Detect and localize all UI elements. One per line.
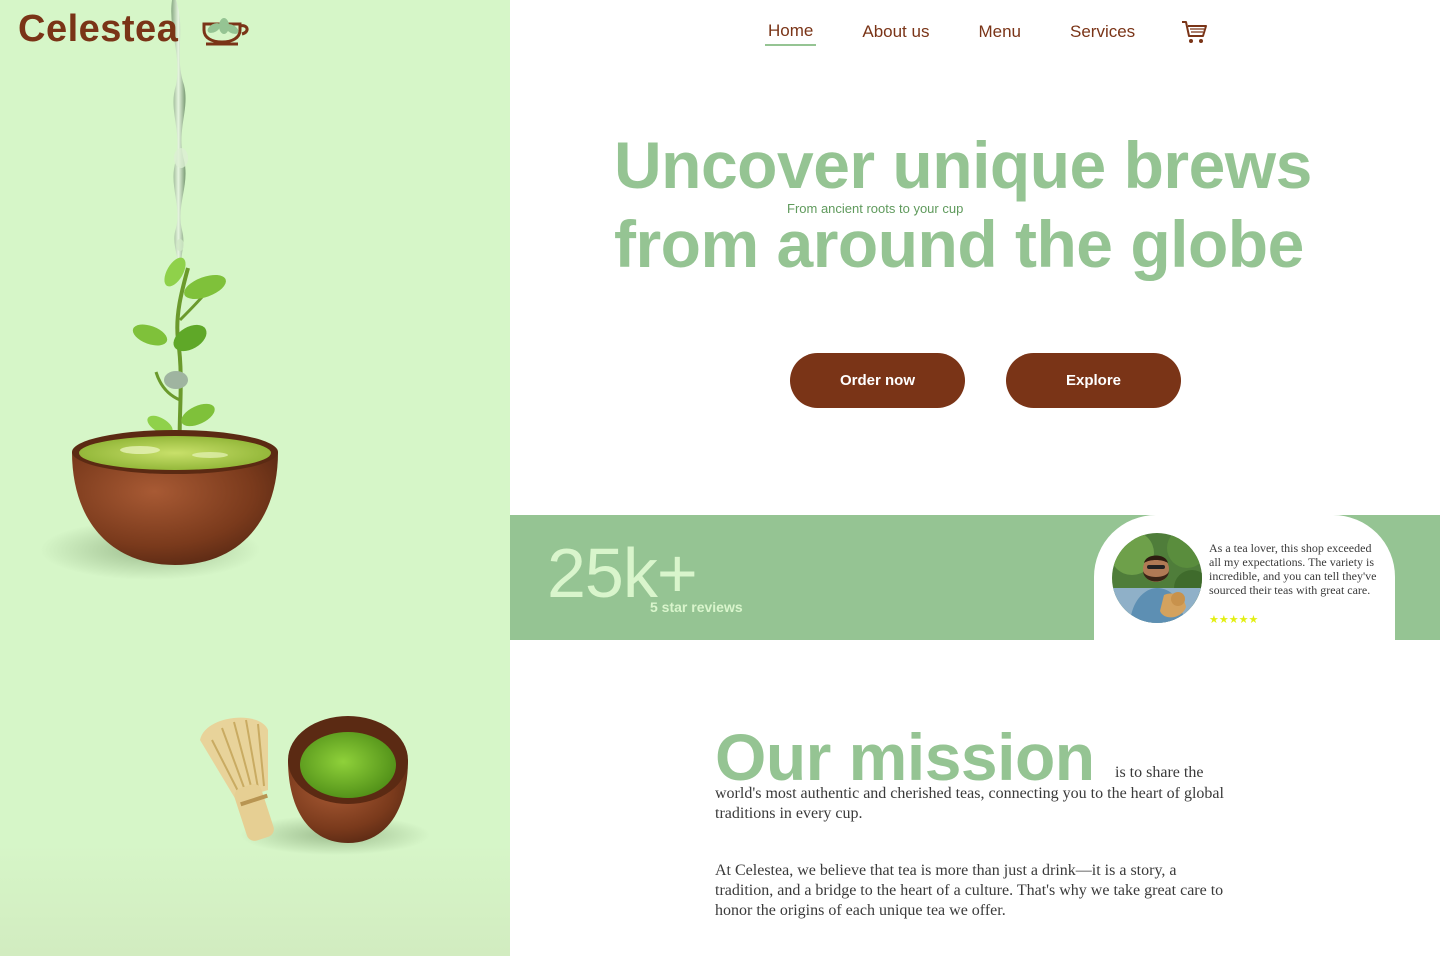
hero-title-line1: Uncover unique brews — [614, 128, 1312, 202]
testimonial-text: As a tea lover, this shop exceeded all m… — [1209, 541, 1377, 597]
testimonial-card: As a tea lover, this shop exceeded all m… — [1094, 515, 1395, 640]
explore-button[interactable]: Explore — [1006, 353, 1181, 408]
mission-title: Our mission — [715, 720, 1095, 794]
reviews-stats-band: 25k+ 5 star reviews As a tea lover, this… — [510, 515, 1440, 640]
main-nav: Home About us Menu Services — [765, 18, 1208, 46]
brand-logo[interactable]: Celestea — [18, 8, 178, 51]
tea-illustration — [40, 0, 430, 855]
mission-statement: world's most authentic and cherished tea… — [715, 785, 1224, 822]
mission-body: At Celestea, we believe that tea is more… — [715, 862, 1224, 919]
brand-name: Celestea — [18, 8, 179, 50]
reviewer-avatar — [1112, 533, 1202, 623]
review-count-label: 5 star reviews — [650, 599, 743, 615]
hero-subtitle: From ancient roots to your cup — [787, 201, 964, 216]
order-now-button[interactable]: Order now — [790, 353, 965, 408]
nav-about-us[interactable]: About us — [859, 20, 932, 45]
nav-menu[interactable]: Menu — [975, 20, 1024, 45]
nav-home[interactable]: Home — [765, 19, 817, 46]
rating-stars: ★★★★★ — [1209, 614, 1259, 626]
tea-cup-logo-icon — [202, 18, 249, 46]
matcha-whisk — [200, 717, 274, 841]
mission-lead: is to share the — [1115, 764, 1204, 781]
hero-title: Uncover unique brews from around the glo… — [614, 126, 1394, 284]
shopping-cart-icon[interactable] — [1180, 18, 1208, 46]
hero-title-line2: from around the globe — [614, 207, 1304, 281]
hero-image-panel: Celestea — [0, 0, 510, 956]
nav-services[interactable]: Services — [1067, 20, 1138, 45]
